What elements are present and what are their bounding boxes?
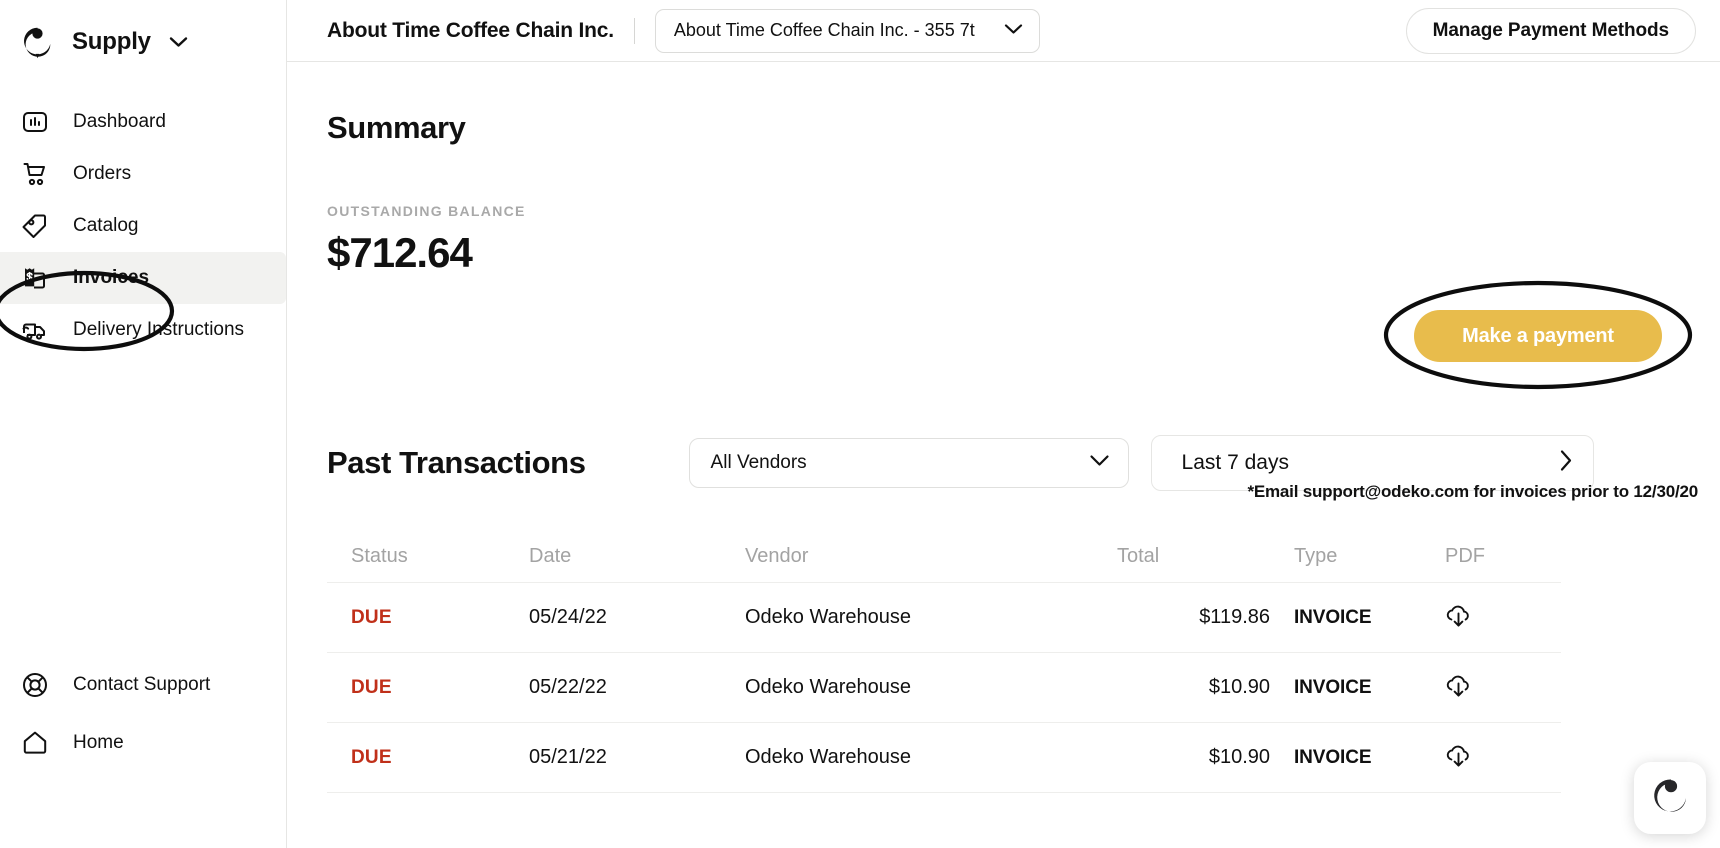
past-transactions-heading: Past Transactions — [327, 445, 586, 481]
column-header-pdf: PDF — [1427, 545, 1537, 568]
main-content: About Time Coffee Chain Inc. About Time … — [287, 0, 1720, 848]
status-badge: DUE — [351, 747, 392, 768]
sidebar-item-delivery-instructions[interactable]: Delivery Instructions — [0, 304, 286, 356]
odeko-logo-icon — [1648, 774, 1692, 823]
outstanding-balance-amount: $712.64 — [327, 229, 1698, 277]
cell-total: $119.86 — [1117, 606, 1294, 629]
brand-name: Supply — [72, 28, 151, 56]
cell-type: INVOICE — [1294, 607, 1371, 628]
vendor-filter-value: All Vendors — [711, 452, 807, 474]
top-bar: About Time Coffee Chain Inc. About Time … — [287, 0, 1720, 62]
column-header-total: Total — [1117, 545, 1294, 568]
sidebar: Supply Dashboard — [0, 0, 287, 848]
cell-vendor: Odeko Warehouse — [745, 676, 1117, 699]
cell-type: INVOICE — [1294, 747, 1371, 768]
sidebar-item-contact-support[interactable]: Contact Support — [0, 656, 286, 714]
column-header-vendor: Vendor — [745, 545, 1117, 568]
sidebar-item-dashboard[interactable]: Dashboard — [0, 96, 286, 148]
app-root: Supply Dashboard — [0, 0, 1720, 848]
secondary-nav: Contact Support Home — [0, 656, 286, 848]
chevron-down-icon[interactable] — [169, 36, 188, 48]
download-icon[interactable] — [1445, 604, 1472, 631]
shopping-cart-icon — [18, 157, 52, 191]
location-select[interactable]: About Time Coffee Chain Inc. - 355 7t — [655, 9, 1040, 53]
sidebar-item-catalog[interactable]: Catalog — [0, 200, 286, 252]
chevron-down-icon — [1004, 22, 1023, 40]
summary-heading: Summary — [327, 110, 1698, 146]
dashboard-icon — [18, 105, 52, 139]
table-row[interactable]: DUE 05/22/22 Odeko Warehouse $10.90 INVO… — [327, 653, 1561, 723]
cell-vendor: Odeko Warehouse — [745, 746, 1117, 769]
chevron-down-icon — [1089, 454, 1110, 472]
sidebar-item-label: Catalog — [73, 215, 139, 237]
lifebuoy-icon — [18, 668, 52, 702]
invoice-dollar-icon — [18, 261, 52, 295]
sidebar-item-label: Contact Support — [73, 674, 210, 696]
home-icon — [18, 726, 52, 760]
sidebar-item-orders[interactable]: Orders — [0, 148, 286, 200]
cell-total: $10.90 — [1117, 676, 1294, 699]
sidebar-item-label: Dashboard — [73, 111, 166, 133]
outstanding-balance-label: OUTSTANDING BALANCE — [327, 203, 1698, 219]
page-title: About Time Coffee Chain Inc. — [327, 19, 614, 43]
sidebar-item-home[interactable]: Home — [0, 714, 286, 772]
cell-type: INVOICE — [1294, 677, 1371, 698]
status-badge: DUE — [351, 677, 392, 698]
cell-date: 05/21/22 — [529, 746, 745, 769]
manage-payment-methods-button[interactable]: Manage Payment Methods — [1406, 8, 1696, 54]
transactions-table: Status Date Vendor Total Type PDF DUE 05… — [327, 531, 1561, 793]
cell-vendor: Odeko Warehouse — [745, 606, 1117, 629]
make-a-payment-button[interactable]: Make a payment — [1414, 310, 1662, 362]
help-widget-button[interactable] — [1634, 762, 1706, 834]
table-row[interactable]: DUE 05/21/22 Odeko Warehouse $10.90 INVO… — [327, 723, 1561, 793]
content-area: Summary OUTSTANDING BALANCE $712.64 Make… — [287, 110, 1720, 793]
vendor-filter-select[interactable]: All Vendors — [689, 438, 1129, 488]
delivery-truck-icon — [18, 313, 52, 347]
tag-icon — [18, 209, 52, 243]
make-payment-area: Make a payment — [1378, 278, 1698, 390]
table-header-row: Status Date Vendor Total Type PDF — [327, 531, 1561, 583]
download-icon[interactable] — [1445, 674, 1472, 701]
status-badge: DUE — [351, 607, 392, 628]
sidebar-item-label: Invoices — [73, 267, 149, 289]
primary-nav: Dashboard Orders — [0, 96, 286, 356]
sidebar-item-label: Orders — [73, 163, 131, 185]
sidebar-item-label: Delivery Instructions — [73, 319, 244, 341]
cell-date: 05/24/22 — [529, 606, 745, 629]
location-select-value: About Time Coffee Chain Inc. - 355 7t — [674, 20, 975, 41]
table-row[interactable]: DUE 05/24/22 Odeko Warehouse $119.86 INV… — [327, 583, 1561, 653]
odeko-logo-icon — [18, 23, 56, 61]
brand-switcher[interactable]: Supply — [0, 0, 286, 66]
column-header-date: Date — [529, 545, 745, 568]
support-email-note: *Email support@odeko.com for invoices pr… — [1247, 482, 1698, 502]
sidebar-item-label: Home — [73, 732, 124, 754]
divider — [634, 18, 635, 44]
sidebar-item-invoices[interactable]: Invoices — [0, 252, 286, 304]
column-header-status: Status — [327, 545, 529, 568]
cell-total: $10.90 — [1117, 746, 1294, 769]
date-range-value: Last 7 days — [1182, 451, 1289, 475]
cell-date: 05/22/22 — [529, 676, 745, 699]
column-header-type: Type — [1294, 545, 1427, 568]
download-icon[interactable] — [1445, 744, 1472, 771]
chevron-right-icon — [1559, 449, 1573, 477]
